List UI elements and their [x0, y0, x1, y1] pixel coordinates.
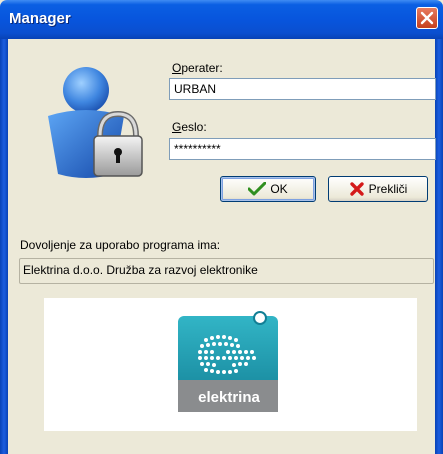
window-frame-right: [435, 39, 443, 454]
manager-window: Manager Operater: URBAN Geslo: *********…: [0, 0, 443, 454]
operator-accel: O: [172, 61, 182, 75]
license-holder-box: Elektrina d.o.o. Družba za razvoj elektr…: [19, 258, 434, 284]
ok-button-label: OK: [270, 182, 288, 196]
password-label-text: eslo:: [181, 120, 207, 134]
logo-text: elektrina: [198, 389, 260, 406]
logo-panel: elektrina: [44, 298, 417, 431]
cancel-button[interactable]: Prekliči: [328, 176, 428, 202]
close-icon: [420, 11, 434, 25]
operator-label-text: perater:: [181, 61, 223, 75]
elektrina-logo: elektrina: [178, 311, 278, 412]
password-accel: G: [172, 120, 182, 134]
operator-label: Operater:: [172, 61, 223, 75]
license-holder-text: Elektrina d.o.o. Družba za razvoj elektr…: [23, 263, 258, 277]
license-label: Dovoljenje za uporabo programa ima:: [20, 238, 221, 252]
password-label: Geslo:: [172, 120, 207, 134]
title-bar[interactable]: Manager: [0, 0, 443, 39]
operator-input[interactable]: URBAN: [169, 78, 436, 100]
window-frame-left: [0, 39, 8, 454]
close-button[interactable]: [416, 7, 438, 29]
cancel-button-label: Prekliči: [368, 182, 408, 196]
password-input[interactable]: **********: [169, 138, 436, 160]
window-title: Manager: [9, 10, 71, 27]
checkmark-icon: [248, 182, 267, 196]
ok-button[interactable]: OK: [220, 176, 316, 202]
user-lock-icon: [48, 67, 143, 178]
red-x-icon: [349, 182, 364, 196]
